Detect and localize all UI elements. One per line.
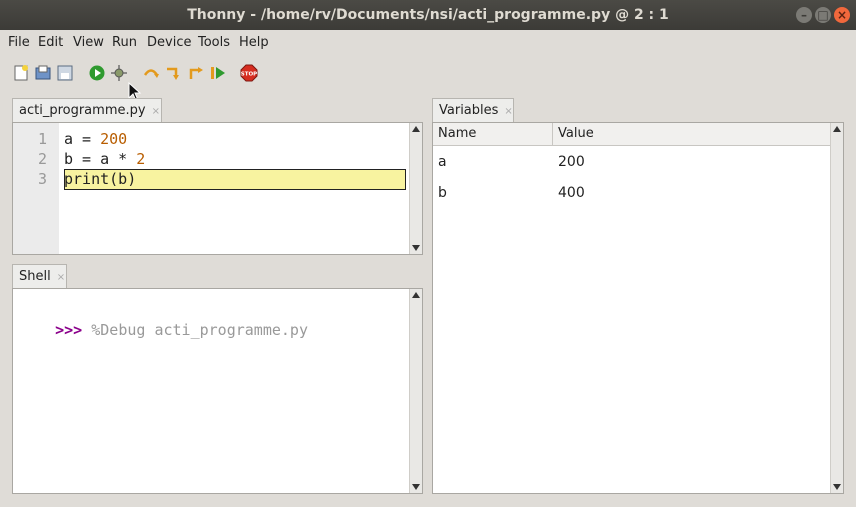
- stop-icon[interactable]: STOP: [240, 64, 258, 82]
- open-file-icon[interactable]: [34, 64, 52, 82]
- minimize-button[interactable]: –: [796, 7, 812, 23]
- title-bar: Thonny - /home/rv/Documents/nsi/acti_pro…: [0, 0, 856, 30]
- scroll-up-icon[interactable]: [833, 126, 841, 132]
- scroll-down-icon[interactable]: [833, 484, 841, 490]
- tab-shell[interactable]: Shell ×: [12, 264, 67, 288]
- shell-panel[interactable]: >>> %Debug acti_programme.py: [12, 288, 423, 494]
- maximize-button[interactable]: □: [815, 7, 831, 23]
- code-line[interactable]: print(b): [64, 169, 136, 189]
- line-number-gutter: 1 2 3: [13, 123, 59, 254]
- scroll-up-icon[interactable]: [412, 126, 420, 132]
- new-file-icon[interactable]: [12, 64, 30, 82]
- variables-tab-label: Variables: [439, 103, 499, 118]
- resume-icon[interactable]: [209, 64, 227, 82]
- column-header-name[interactable]: Name: [433, 123, 553, 145]
- run-icon[interactable]: [88, 64, 106, 82]
- debug-icon[interactable]: [110, 64, 128, 82]
- code-line[interactable]: a = 200: [64, 129, 127, 149]
- shell-prompt: >>>: [55, 321, 83, 339]
- column-header-value[interactable]: Value: [553, 123, 831, 145]
- window-title: Thonny - /home/rv/Documents/nsi/acti_pro…: [187, 7, 669, 23]
- editor-panel[interactable]: 1 2 3 a = 200 b = a * 2 print(b): [12, 122, 423, 255]
- menu-file[interactable]: File: [8, 35, 30, 50]
- menu-view[interactable]: View: [73, 35, 104, 50]
- code-line[interactable]: b = a * 2: [64, 149, 145, 169]
- menu-device[interactable]: Device: [147, 35, 191, 50]
- shell-tab-label: Shell: [19, 269, 51, 284]
- tab-editor-file[interactable]: acti_programme.py ×: [12, 98, 162, 122]
- variables-tab-close-icon[interactable]: ×: [504, 106, 512, 117]
- line-number: 3: [37, 170, 47, 188]
- tab-variables[interactable]: Variables ×: [432, 98, 514, 122]
- step-out-icon[interactable]: [187, 64, 205, 82]
- shell-scrollbar[interactable]: [409, 289, 422, 493]
- step-over-icon[interactable]: [142, 64, 160, 82]
- line-number: 2: [37, 150, 47, 168]
- variable-value: 400: [558, 185, 585, 201]
- variable-name: b: [438, 185, 447, 201]
- editor-scrollbar[interactable]: [409, 123, 422, 254]
- toolbar: STOP: [0, 58, 856, 102]
- line-number: 1: [37, 130, 47, 148]
- variables-scrollbar[interactable]: [830, 123, 843, 493]
- variable-name: a: [438, 154, 447, 170]
- editor-tab-label: acti_programme.py: [19, 103, 146, 118]
- svg-text:STOP: STOP: [241, 72, 257, 78]
- editor-tab-close-icon[interactable]: ×: [152, 106, 160, 117]
- scroll-up-icon[interactable]: [412, 292, 420, 298]
- menu-bar: File Edit View Run Device Tools Help: [0, 30, 856, 56]
- shell-line: >>> %Debug acti_programme.py: [19, 303, 308, 357]
- menu-run[interactable]: Run: [112, 35, 137, 50]
- step-into-icon[interactable]: [164, 64, 182, 82]
- table-row[interactable]: b 400: [433, 180, 831, 206]
- save-file-icon[interactable]: [56, 64, 74, 82]
- variables-table-header: Name Value: [433, 123, 831, 146]
- scroll-down-icon[interactable]: [412, 484, 420, 490]
- table-row[interactable]: a 200: [433, 149, 831, 175]
- variables-panel: Name Value a 200 b 400: [432, 122, 844, 494]
- close-window-button[interactable]: ×: [834, 7, 850, 23]
- variable-value: 200: [558, 154, 585, 170]
- shell-tab-close-icon[interactable]: ×: [57, 272, 65, 283]
- scroll-down-icon[interactable]: [412, 245, 420, 251]
- menu-help[interactable]: Help: [239, 35, 269, 50]
- menu-tools[interactable]: Tools: [198, 35, 230, 50]
- shell-command: %Debug acti_programme.py: [91, 321, 308, 339]
- menu-edit[interactable]: Edit: [38, 35, 63, 50]
